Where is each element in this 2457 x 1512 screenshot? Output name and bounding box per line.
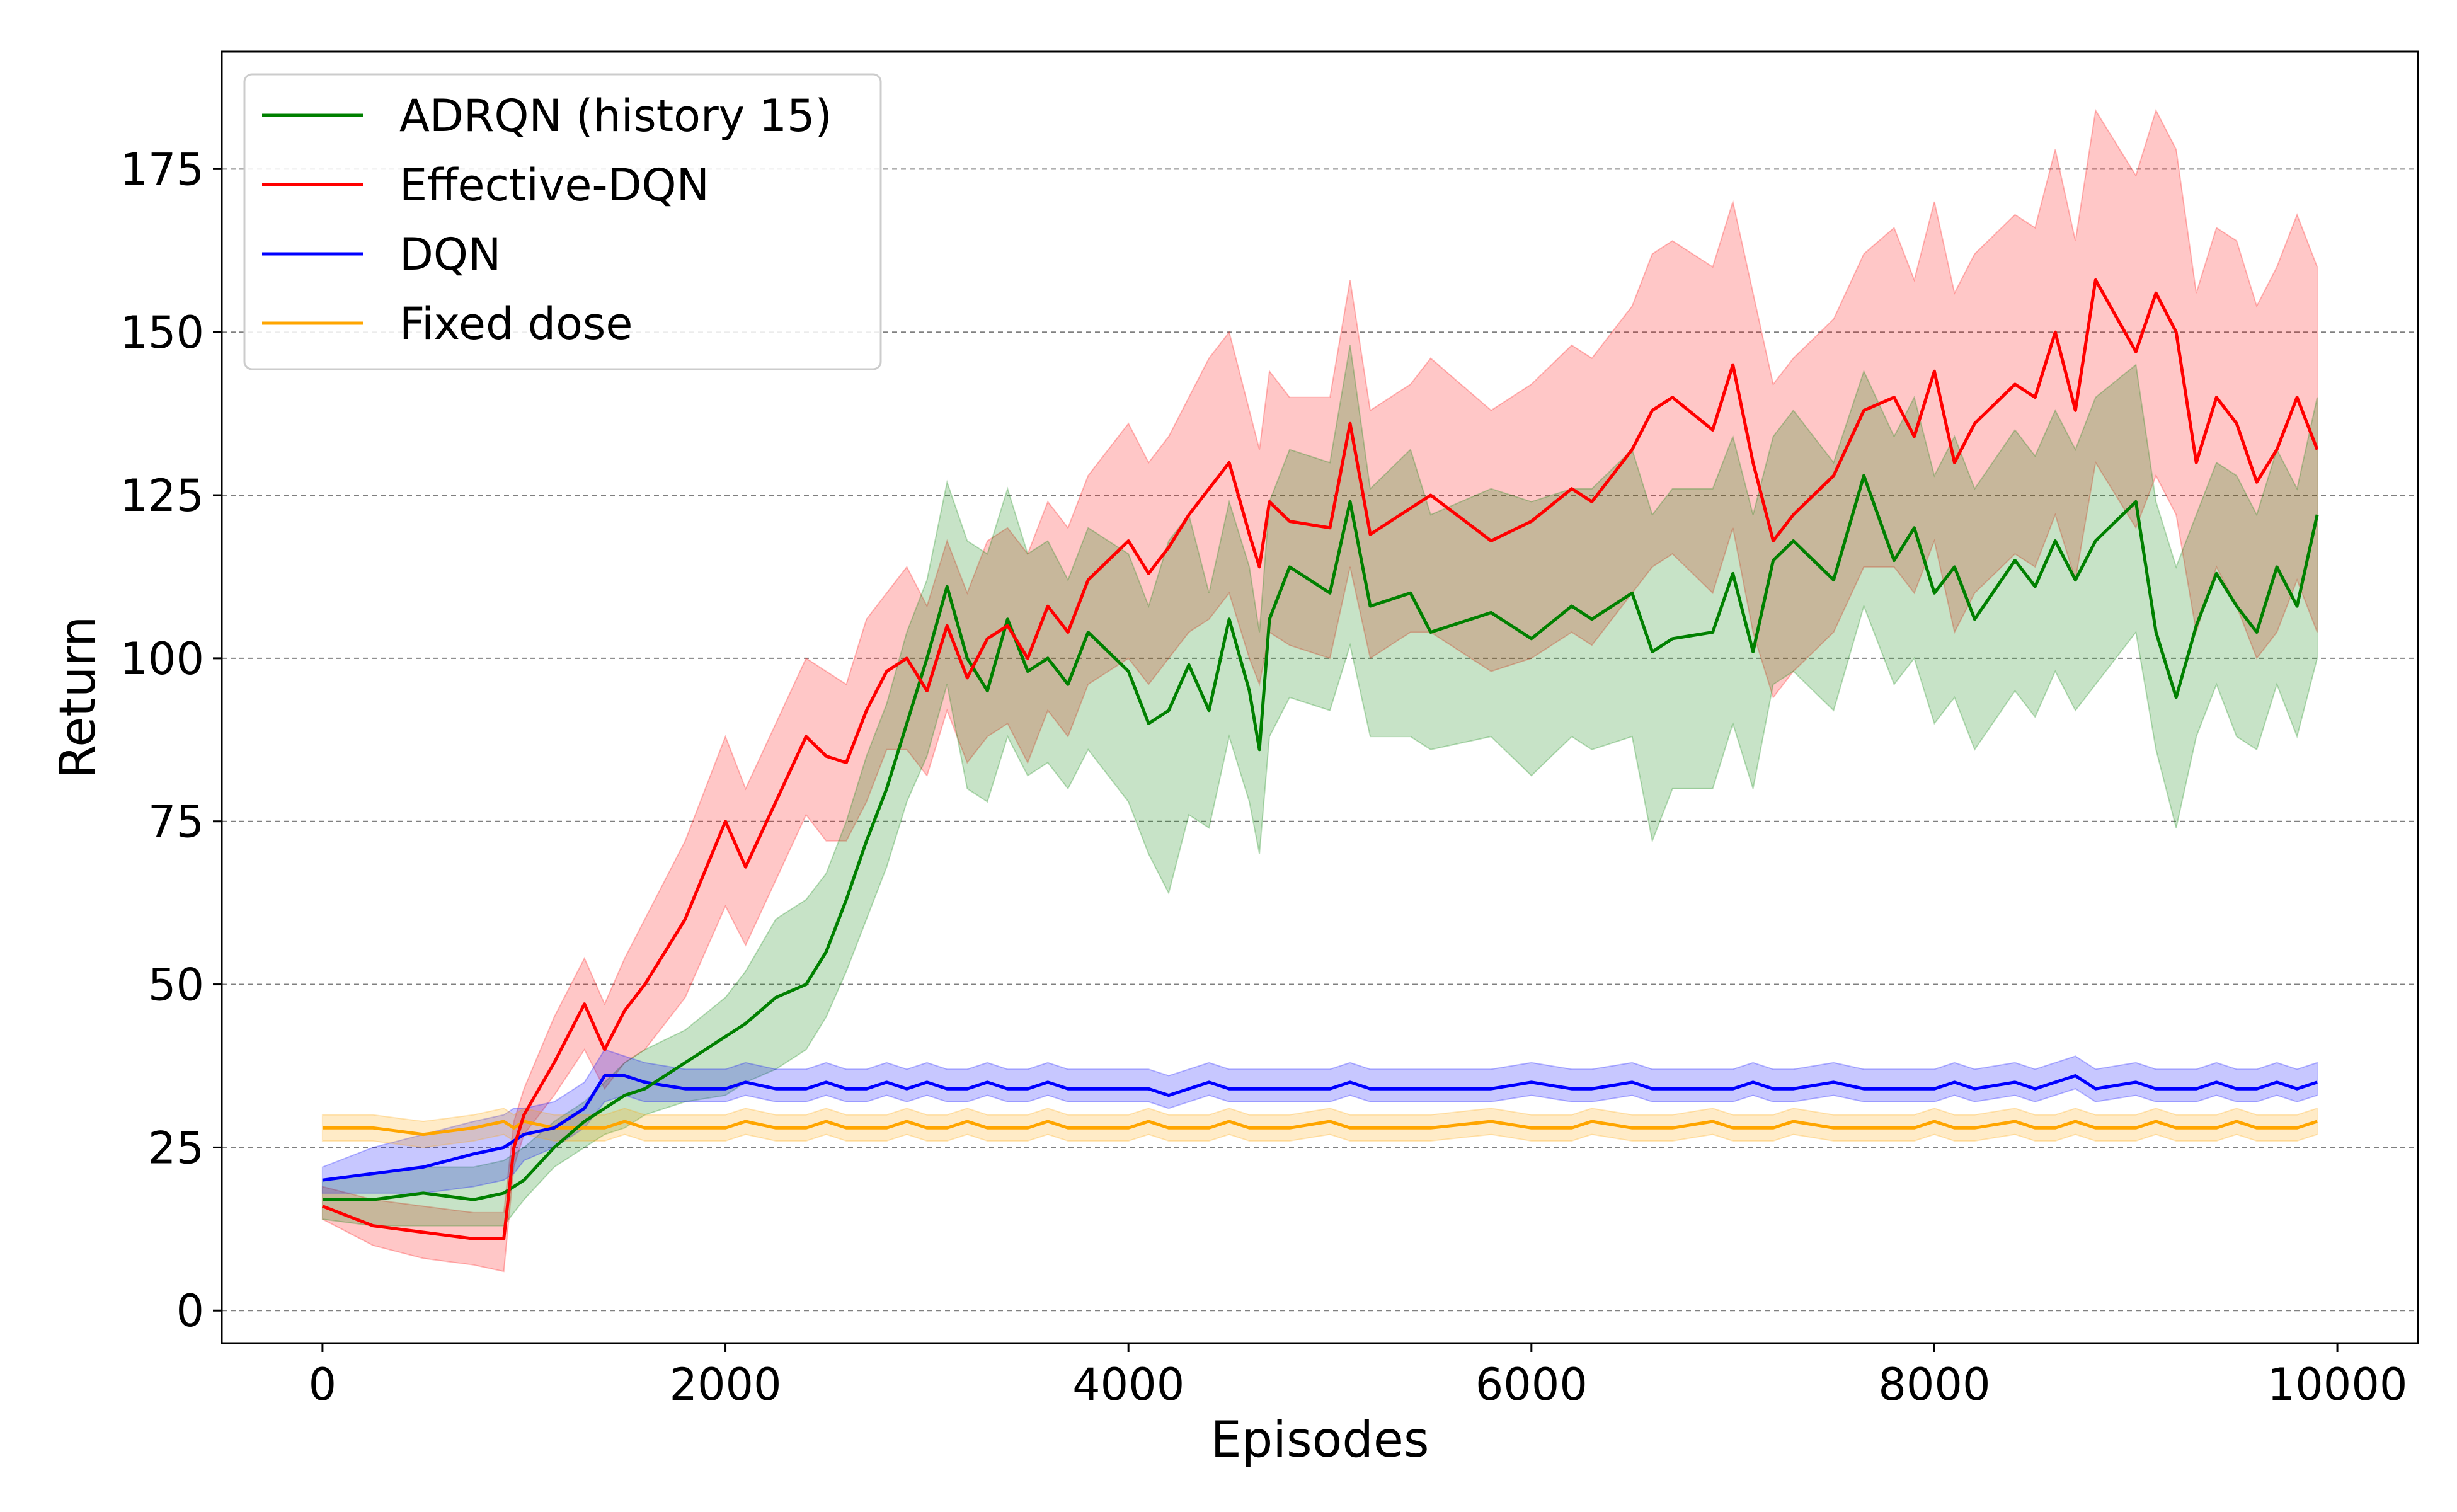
y-tick-label: 150 (120, 307, 204, 358)
x-tick-label: 8000 (1878, 1359, 1990, 1411)
legend-label: DQN (399, 229, 501, 280)
x-axis-title: Episodes (1211, 1412, 1429, 1469)
y-tick-label: 25 (148, 1122, 204, 1174)
x-tick-label: 6000 (1475, 1359, 1588, 1411)
x-tick-label: 10000 (2267, 1359, 2408, 1411)
x-tick-label: 4000 (1072, 1359, 1184, 1411)
y-tick-label: 0 (176, 1285, 204, 1337)
x-tick-label: 2000 (669, 1359, 781, 1411)
line-chart: 0 25 50 75 100 125 150 175 0 2000 4000 6000 8000 1000… (0, 0, 2457, 1512)
legend-label: ADRQN (history 15) (399, 90, 832, 142)
legend-label: Fixed dose (399, 298, 633, 350)
legend-label: Effective-DQN (399, 159, 709, 211)
y-axis-title: Return (50, 616, 106, 779)
y-tick-label: 50 (148, 959, 204, 1011)
y-tick-label: 100 (120, 633, 204, 685)
y-tick-label: 75 (148, 796, 204, 848)
y-tick-label: 125 (120, 470, 204, 522)
legend: ADRQN (history 15) Effective-DQN DQN Fixed … (243, 73, 882, 370)
y-tick-label: 175 (120, 144, 204, 195)
x-tick-label: 0 (309, 1359, 337, 1411)
